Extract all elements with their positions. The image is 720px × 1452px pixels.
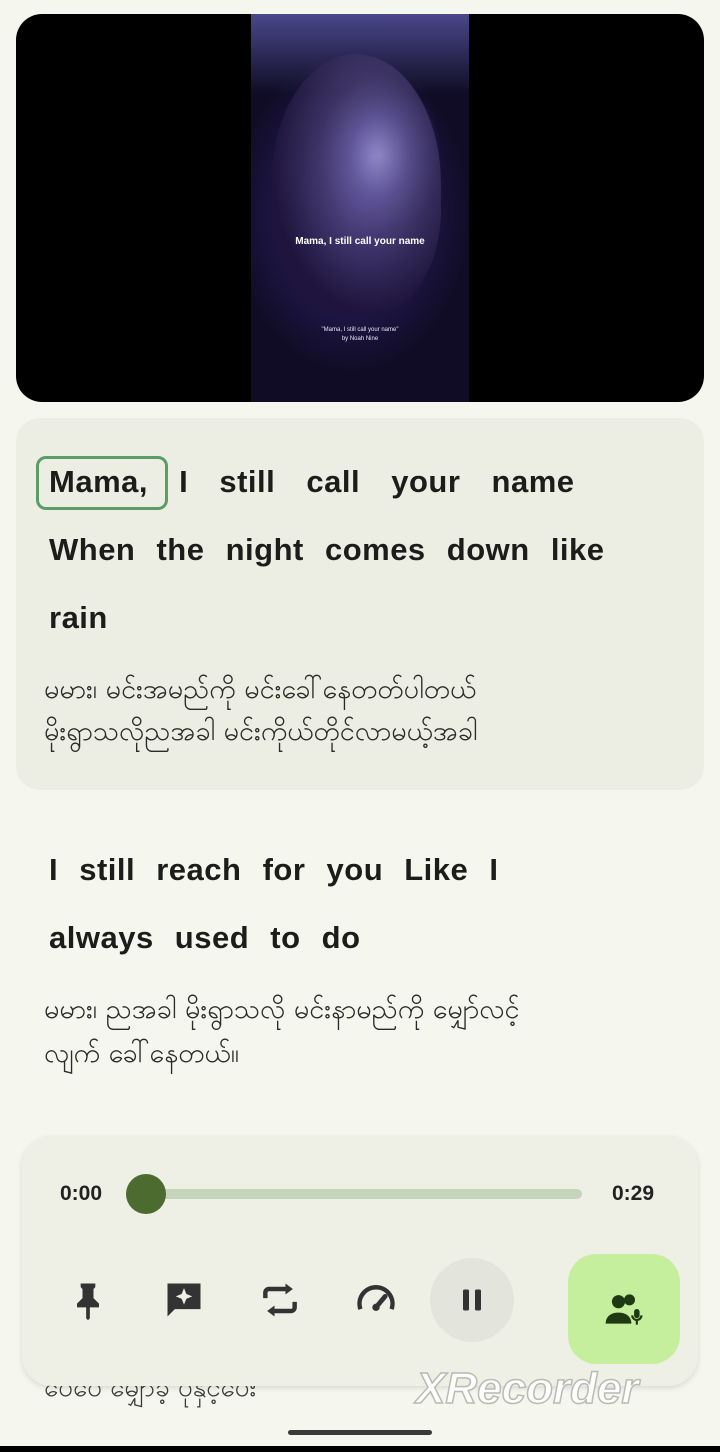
lyric-line-2: When the night comes down like (49, 532, 605, 567)
seek-thumb[interactable] (126, 1174, 166, 1214)
video-credit: "Mama, I still call your name" by Noah N… (251, 326, 469, 344)
xrecorder-watermark: XRecorder (415, 1363, 639, 1414)
pause-button[interactable] (430, 1258, 514, 1342)
player-panel: 0:00 0:29 (22, 1136, 698, 1386)
seek-bar[interactable] (148, 1189, 582, 1199)
screen-bottom-edge (0, 1446, 720, 1452)
duration: 0:29 (612, 1182, 655, 1205)
video-player[interactable]: Mama, I still call your name "Mama, I st… (16, 14, 704, 402)
translation-line-2: လျက် ခေါ်နေတယ်။ (44, 1038, 239, 1069)
pause-icon (463, 1289, 481, 1311)
lyric-line-1: I still reach for you Like I (49, 852, 499, 887)
lyric-card-next[interactable]: I still reach for you Like I always used… (16, 820, 704, 1100)
speed-icon (357, 1285, 395, 1311)
lyric-word[interactable]: your (391, 464, 460, 499)
pin-button[interactable] (46, 1258, 130, 1342)
ai-explain-button[interactable] (142, 1258, 226, 1342)
pin-icon (77, 1283, 99, 1321)
singer-mode-icon (605, 1294, 643, 1325)
video-caption: Mama, I still call your name (295, 236, 425, 247)
lyric-word[interactable]: call (306, 464, 360, 499)
video-credit-artist: by Noah Nine (341, 336, 379, 342)
lyric-line-1: Mama, I still call your name (49, 464, 575, 500)
gesture-nav-bar[interactable] (288, 1430, 432, 1435)
lyric-word[interactable]: I (179, 464, 188, 499)
video-credit-title: "Mama, I still call your name" (321, 327, 399, 333)
translation-line-1: မမား၊ မင်းအမည်ကို မင်းခေါ်နေတတ်ပါတယ် (44, 674, 477, 705)
ai-sparkle-icon (167, 1283, 201, 1317)
translation-line-2: မိုးရွာသလိုညအခါ မင်းကိုယ်တိုင်လာမယ့်အခါ (44, 716, 478, 747)
current-time: 0:00 (60, 1182, 103, 1205)
lyric-line-3: rain (49, 600, 108, 635)
lyric-word[interactable]: name (492, 464, 575, 499)
singer-mode-button[interactable] (568, 1254, 680, 1364)
repeat-icon (263, 1283, 297, 1317)
repeat-button[interactable] (238, 1258, 322, 1342)
translation-line-1: မမား၊ ညအခါ မိုးရွာသလို မင်းနာမည်ကို မျှေ… (44, 994, 520, 1025)
lyric-card-active[interactable]: Mama, I still call your name When the ni… (16, 418, 704, 790)
lyric-word[interactable]: Mama, (49, 464, 148, 499)
lyric-line-2: always used to do (49, 920, 361, 955)
speed-button[interactable] (334, 1258, 418, 1342)
video-frame-image: Mama, I still call your name "Mama, I st… (251, 14, 469, 402)
lyric-word[interactable]: still (219, 464, 275, 499)
